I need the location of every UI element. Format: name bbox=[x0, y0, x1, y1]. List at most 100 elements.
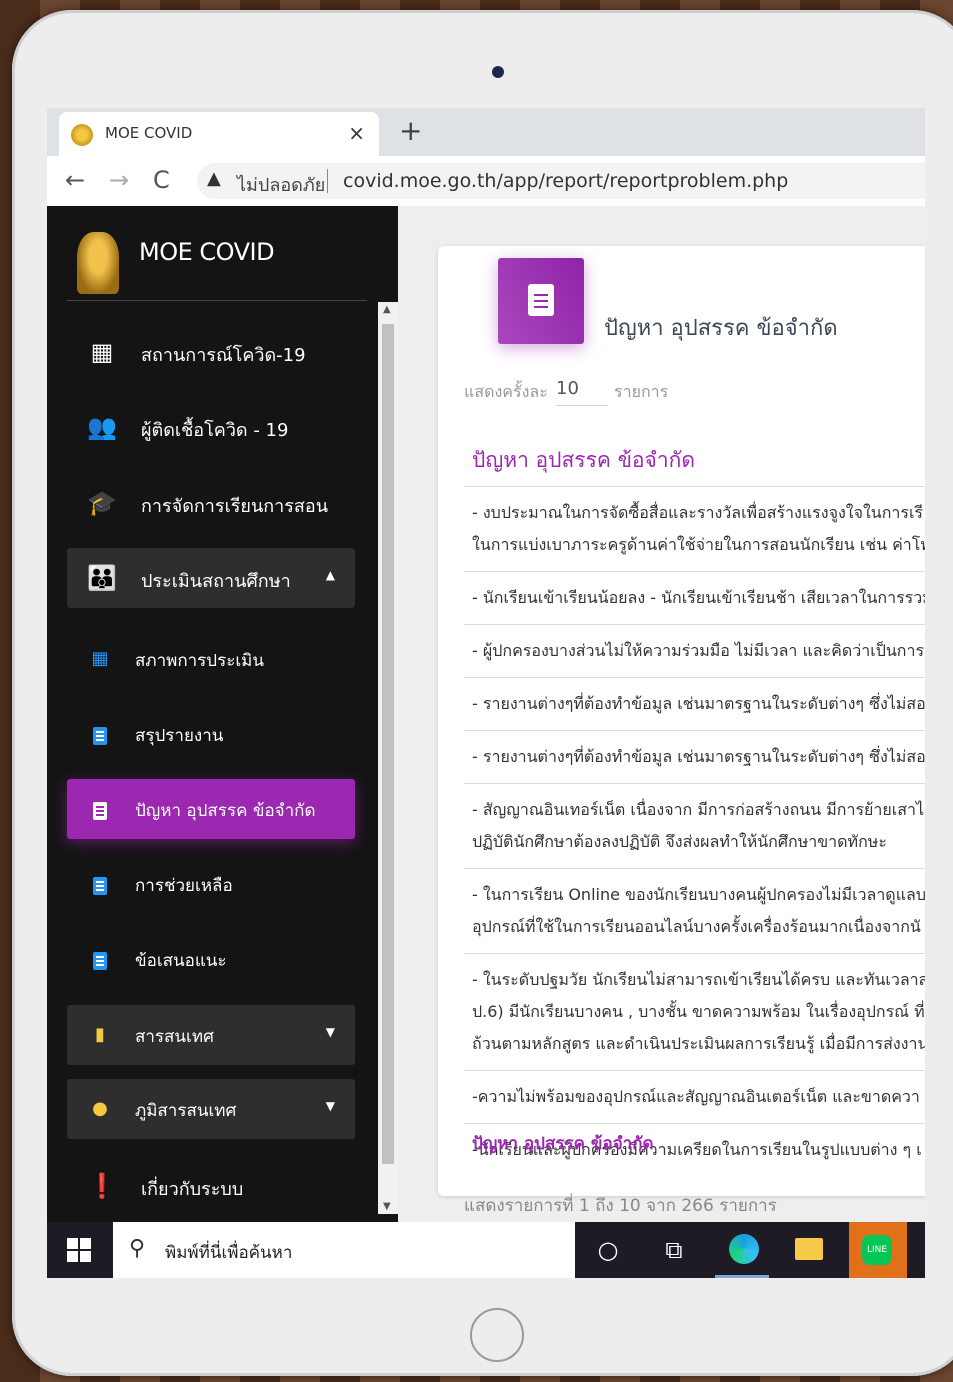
sidebar-item-label: ภูมิสารสนเทศ bbox=[135, 1101, 237, 1121]
feedback-icon: ❗ bbox=[87, 1172, 117, 1200]
sidebar: MOE COVID ▦ สถานการณ์โควิด-19 👥 ผู้ติดเช… bbox=[47, 206, 398, 1222]
table-row: - รายงานต่างๆที่ต้องทำข้อมูล เช่นมาตรฐาน… bbox=[464, 677, 925, 730]
sidebar-item-assessment-status[interactable]: ▦ สภาพการประเมิน bbox=[67, 629, 355, 689]
entries-per-page-select[interactable]: 10 bbox=[556, 378, 608, 406]
moe-emblem-logo bbox=[77, 232, 119, 294]
table-row: - ผู้ปกครองบางส่วนไม่ให้ความร่วมมือ ไม่ม… bbox=[464, 624, 925, 677]
chevron-down-icon: ▼ bbox=[325, 1025, 335, 1039]
sidebar-item-label: สถานการณ์โควิด-19 bbox=[141, 345, 306, 366]
table-cell-line: - นักเรียนเข้าเรียนน้อยลง - นักเรียนเข้า… bbox=[472, 588, 925, 607]
windows-taskbar: ⚲ พิมพ์ที่นี่เพื่อค้นหา ○ ⧉ LINE bbox=[47, 1222, 925, 1278]
tab-bar: MOE COVID × + bbox=[47, 108, 925, 156]
table-footer: ปัญหา อุปสรรค ข้อจำกัด bbox=[472, 1134, 654, 1154]
file-explorer-icon[interactable] bbox=[781, 1222, 835, 1278]
sidebar-item-covid-patients[interactable]: 👥 ผู้ติดเชื้อโควิด - 19 bbox=[67, 397, 355, 457]
reload-icon[interactable]: C bbox=[153, 166, 170, 194]
url-text[interactable]: covid.moe.go.th/app/report/reportproblem… bbox=[343, 170, 788, 192]
task-view-icon[interactable]: ⧉ bbox=[647, 1222, 701, 1278]
taskbar-search-input[interactable]: ⚲ พิมพ์ที่นี่เพื่อค้นหา bbox=[113, 1222, 575, 1278]
table-cell-line: - ในการเรียน Online ของนักเรียนบางคนผู้ป… bbox=[472, 885, 925, 904]
clipboard-icon bbox=[498, 258, 584, 344]
sidebar-item-label: ประเมินสถานศึกษา bbox=[141, 571, 291, 592]
sidebar-brand[interactable]: MOE COVID bbox=[139, 238, 275, 266]
scroll-down-icon[interactable]: ▼ bbox=[383, 1201, 391, 1212]
document-icon bbox=[85, 794, 115, 824]
table-cell-line: -ความไม่พร้อมของอุปกรณ์และสัญญาณอินเตอร์… bbox=[472, 1087, 920, 1106]
sidebar-item-covid-situation[interactable]: ▦ สถานการณ์โควิด-19 bbox=[67, 322, 355, 382]
table-header[interactable]: ปัญหา อุปสรรค ข้อจำกัด bbox=[472, 444, 695, 477]
sidebar-item-label: การช่วยเหลือ bbox=[135, 876, 233, 896]
line-app-icon[interactable]: LINE bbox=[849, 1222, 907, 1278]
tab-title: MOE COVID bbox=[105, 124, 193, 142]
scrollbar-thumb[interactable] bbox=[382, 324, 394, 1164]
table-cell-line: - ผู้ปกครองบางส่วนไม่ให้ความร่วมมือ ไม่ม… bbox=[472, 641, 925, 660]
security-label[interactable]: ไม่ปลอดภัย bbox=[237, 170, 325, 199]
cortana-icon[interactable]: ○ bbox=[581, 1222, 635, 1278]
table-row: - สัญญาณอินเทอร์เน็ต เนื่องจาก มีการก่อส… bbox=[464, 783, 925, 868]
chevron-up-icon: ▲ bbox=[325, 568, 335, 582]
table-row: - งบประมาณในการจัดซื้อสื่อและรางวัลเพื่อ… bbox=[464, 486, 925, 571]
sidebar-item-geo-information[interactable]: ● ภูมิสารสนเทศ ▼ bbox=[67, 1079, 355, 1139]
table-cell-line: - ในระดับปฐมวัย นักเรียนไม่สามารถเข้าเรี… bbox=[472, 970, 925, 989]
home-button[interactable] bbox=[470, 1308, 524, 1362]
show-entries-label: แสดงครั้งละ bbox=[464, 382, 548, 401]
sidebar-scrollbar[interactable]: ▲ ▼ bbox=[378, 302, 398, 1214]
table-row: -ความไม่พร้อมของอุปกรณ์และสัญญาณอินเตอร์… bbox=[464, 1070, 925, 1123]
table-cell-line: ถ้วนตามหลักสูตร และดำเนินประเมินผลการเรี… bbox=[472, 1034, 925, 1053]
sidebar-item-summary-report[interactable]: สรุปรายงาน bbox=[67, 704, 355, 764]
dashboard-icon: ▦ bbox=[90, 338, 114, 366]
camera-dot bbox=[492, 66, 504, 78]
users-icon: 👥 bbox=[87, 413, 117, 441]
screen: MOE COVID × + ← → C ▲ ไม่ปลอดภัย covid.m… bbox=[47, 108, 925, 1278]
back-arrow-icon[interactable]: ← bbox=[65, 166, 85, 194]
table-cell-line: - รายงานต่างๆที่ต้องทำข้อมูล เช่นมาตรฐาน… bbox=[472, 747, 925, 766]
table-cell-line: ปฏิบัตินักศึกษาต้องลงปฏิบัติ จึงส่งผลทำใ… bbox=[472, 832, 887, 851]
table-row: - นักเรียนเข้าเรียนน้อยลง - นักเรียนเข้า… bbox=[464, 571, 925, 624]
table-cell-line: - งบประมาณในการจัดซื้อสื่อและรางวัลเพื่อ… bbox=[472, 503, 924, 522]
search-placeholder: พิมพ์ที่นี่เพื่อค้นหา bbox=[165, 1243, 293, 1263]
sidebar-item-label: ปัญหา อุปสรรค ข้อจำกัด bbox=[135, 801, 316, 821]
document-icon bbox=[85, 944, 115, 974]
windows-start-icon[interactable] bbox=[67, 1238, 91, 1262]
scroll-up-icon[interactable]: ▲ bbox=[383, 304, 391, 315]
sidebar-item-problems[interactable]: ปัญหา อุปสรรค ข้อจำกัด bbox=[67, 779, 355, 839]
table-cell-line: - สัญญาณอินเทอร์เน็ต เนื่องจาก มีการก่อส… bbox=[472, 800, 925, 819]
table-row: - ในระดับปฐมวัย นักเรียนไม่สามารถเข้าเรี… bbox=[464, 953, 925, 1070]
document-icon bbox=[85, 719, 115, 749]
sidebar-item-label: เกี่ยวกับระบบ bbox=[141, 1179, 244, 1200]
document-icon bbox=[85, 869, 115, 899]
line-app-label: LINE bbox=[862, 1235, 892, 1265]
problems-card: ปัญหา อุปสรรค ข้อจำกัด แสดงครั้งละ 10 รา… bbox=[438, 246, 925, 1216]
sidebar-item-information[interactable]: ▮ สารสนเทศ ▼ bbox=[67, 1005, 355, 1065]
sidebar-item-label: ข้อเสนอแนะ bbox=[135, 951, 227, 971]
sidebar-item-label: การจัดการเรียนการสอน bbox=[141, 496, 329, 517]
forward-arrow-icon[interactable]: → bbox=[109, 166, 129, 194]
sidebar-item-teaching[interactable]: 🎓 การจัดการเรียนการสอน bbox=[67, 473, 355, 533]
card-title: ปัญหา อุปสรรค ข้อจำกัด bbox=[604, 316, 838, 341]
main-content: ปัญหา อุปสรรค ข้อจำกัด แสดงครั้งละ 10 รา… bbox=[398, 206, 925, 1222]
search-icon: ⚲ bbox=[129, 1236, 146, 1261]
browser-tab[interactable]: MOE COVID × bbox=[59, 112, 379, 156]
table-row: - ในการเรียน Online ของนักเรียนบางคนผู้ป… bbox=[464, 868, 925, 953]
bar-chart-icon: ▮ bbox=[95, 1024, 105, 1045]
sidebar-item-label: สารสนเทศ bbox=[135, 1027, 214, 1047]
sidebar-item-about[interactable]: ❗ เกี่ยวกับระบบ bbox=[67, 1156, 355, 1216]
tab-close-icon[interactable]: × bbox=[348, 121, 365, 145]
show-entries-unit: รายการ bbox=[614, 382, 669, 401]
sidebar-divider bbox=[67, 300, 367, 301]
sidebar-item-label: ผู้ติดเชื้อโควิด - 19 bbox=[141, 420, 289, 441]
table-cell-line: อุปกรณ์ที่ใช้ในการเรียนออนไลน์บางครั้งเค… bbox=[472, 917, 921, 936]
sidebar-item-school-assessment[interactable]: 👪 ประเมินสถานศึกษา ▲ bbox=[67, 548, 355, 608]
table-row: - รายงานต่างๆที่ต้องทำข้อมูล เช่นมาตรฐาน… bbox=[464, 730, 925, 783]
new-tab-button[interactable]: + bbox=[399, 114, 422, 147]
family-icon: 👪 bbox=[87, 564, 117, 592]
globe-icon: ● bbox=[92, 1098, 108, 1119]
sidebar-item-suggestions[interactable]: ข้อเสนอแนะ bbox=[67, 929, 355, 989]
table-cell-line: ในการแบ่งเบาภาระครูด้านค่าใช้จ่ายในการสอ… bbox=[472, 535, 925, 554]
problems-table: - งบประมาณในการจัดซื้อสื่อและรางวัลเพื่อ… bbox=[464, 486, 925, 1176]
url-field[interactable]: ▲ ไม่ปลอดภัย covid.moe.go.th/app/report/… bbox=[197, 163, 925, 199]
table-info: แสดงรายการที่ 1 ถึง 10 จาก 266 รายการ bbox=[464, 1196, 777, 1216]
edge-browser-icon[interactable] bbox=[715, 1222, 769, 1278]
sidebar-item-assistance[interactable]: การช่วยเหลือ bbox=[67, 854, 355, 914]
warning-icon: ▲ bbox=[207, 168, 221, 189]
